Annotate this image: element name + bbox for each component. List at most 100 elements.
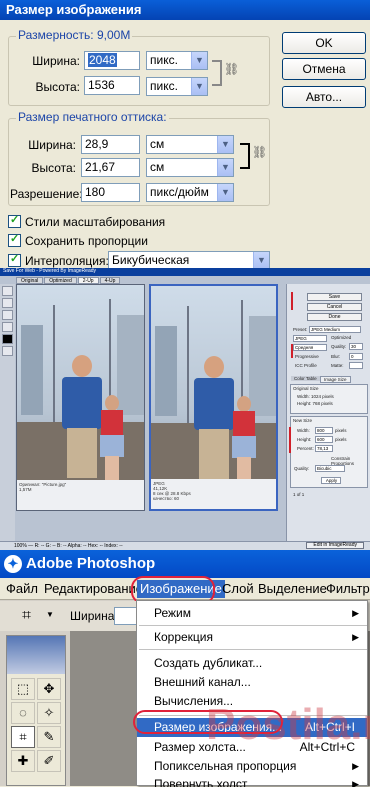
matte-select[interactable] — [349, 362, 363, 369]
quality-label: Quality: — [331, 344, 347, 349]
blur-label: Blur: — [331, 354, 341, 359]
preset-select[interactable]: JPEG Medium — [309, 326, 361, 333]
format-select[interactable]: JPEG — [293, 335, 327, 342]
menu-edit[interactable]: Редактирование — [44, 581, 143, 596]
menu-item-duplicate[interactable]: Создать дубликат... — [137, 654, 367, 673]
quality-input[interactable]: 30 — [349, 343, 363, 350]
crop-tool-icon[interactable]: ⌗ — [22, 607, 31, 625]
width-doc-unit-select[interactable]: см ▼ — [146, 135, 234, 154]
sfw-save-button[interactable]: Save — [307, 293, 362, 301]
brush-tool-icon[interactable]: ✐ — [37, 750, 61, 772]
frame-counter: 1 of 1 — [293, 492, 305, 497]
width-px-input[interactable]: 2048 — [84, 51, 140, 70]
lasso-tool-icon[interactable]: ◌ — [11, 702, 35, 724]
image-menu-dropdown: Режим ▶ Коррекция ▶ Создать дубликат... Вн… — [136, 600, 368, 787]
document-size-label: Размер печатного оттиска: — [16, 110, 169, 124]
annotation-mark — [289, 427, 291, 453]
move-tool-icon[interactable]: ✥ — [37, 678, 61, 700]
photoshop-window: ✦ Adobe Photoshop Файл Редактирование Из… — [0, 550, 370, 787]
width-px-unit-select[interactable]: пикс. ▼ — [146, 51, 208, 70]
optimized-info: JPEG 41,12K 8 сек @ 28.8 Kbps качество: … — [151, 479, 276, 509]
tab-2-up[interactable]: 2-Up — [77, 277, 99, 284]
tab-original[interactable]: Original — [16, 277, 44, 284]
sfw-cancel-button[interactable]: Cancel — [307, 303, 362, 311]
resample-quality-select[interactable]: Bicubic — [315, 465, 345, 472]
edit-in-imageready-button[interactable]: Edit in ImageReady — [306, 542, 364, 549]
menu-item-adjustments[interactable]: Коррекция ▶ — [137, 628, 367, 647]
sfw-title: Save For Web - Powered By ImageReady — [0, 268, 370, 276]
save-for-web-window: Save For Web - Powered By ImageReady Ori… — [0, 268, 370, 550]
height-px-unit-select[interactable]: пикс. ▼ — [146, 77, 208, 96]
progressive-checkbox[interactable]: Progressive — [295, 354, 319, 359]
resolution-input[interactable]: 180 — [81, 183, 140, 202]
link-bracket — [240, 143, 250, 169]
sfw-view-tabs: Original Optimized 2-Up 4-Up — [16, 277, 121, 284]
menu-filter[interactable]: Фильтр — [326, 581, 370, 596]
scale-styles-checkbox[interactable]: Стили масштабирования — [8, 213, 165, 229]
original-size-section: Original Size Width: 1024 pixels Height:… — [290, 384, 368, 414]
tab-optimized[interactable]: Optimized — [44, 277, 77, 284]
ok-button[interactable]: OK — [282, 32, 366, 54]
height-px-input[interactable]: 1536 — [84, 76, 140, 95]
zoom-tool-icon[interactable] — [2, 310, 13, 320]
sfw-done-button[interactable]: Done — [307, 313, 362, 321]
chevron-down-icon[interactable]: ▼ — [46, 610, 54, 619]
optimized-preview-pane[interactable]: JPEG 41,12K 8 сек @ 28.8 Kbps качество: … — [149, 284, 278, 511]
chevron-down-icon: ▼ — [217, 136, 233, 153]
marquee-tool-icon[interactable]: ⬚ — [11, 678, 35, 700]
width-doc-label: Ширина: — [28, 138, 76, 152]
photoshop-title: ✦ Adobe Photoshop — [0, 550, 370, 578]
slice-select-tool-icon[interactable] — [2, 298, 13, 308]
resolution-label: Разрешение: — [10, 187, 83, 201]
photoshop-logo-icon: ✦ — [4, 555, 22, 573]
height-doc-label: Высота: — [31, 161, 76, 175]
submenu-arrow-icon: ▶ — [352, 761, 359, 771]
menu-item-pixel-aspect-ratio[interactable]: Попиксельная пропорция ▶ — [137, 757, 367, 776]
percent-input[interactable]: 78,13 — [315, 445, 333, 452]
resolution-unit-select[interactable]: пикс/дюйм ▼ — [146, 183, 234, 202]
menu-file[interactable]: Файл — [6, 581, 38, 596]
blur-input[interactable]: 0 — [349, 353, 363, 360]
apply-button[interactable]: Apply — [321, 477, 341, 484]
height-px-label: Высота: — [35, 80, 80, 94]
healing-brush-tool-icon[interactable]: ✚ — [11, 750, 35, 772]
width-option-input[interactable] — [114, 607, 138, 625]
new-height-input[interactable]: 600 — [315, 436, 333, 443]
width-doc-input[interactable]: 28,9 — [81, 135, 140, 154]
auto-button[interactable]: Авто... — [282, 86, 366, 108]
link-chain-icon: ⛓ — [224, 62, 240, 76]
watermark: Postila.ru — [206, 700, 370, 749]
slice-tool-icon[interactable]: ✎ — [37, 726, 61, 748]
tab-color-table[interactable]: Color Table — [291, 376, 320, 381]
eyedropper-tool-icon[interactable] — [2, 322, 13, 332]
height-doc-input[interactable]: 21,67 — [81, 158, 140, 177]
cancel-button[interactable]: Отмена — [282, 58, 366, 80]
new-width-input[interactable]: 800 — [315, 427, 333, 434]
menu-select[interactable]: Выделение — [258, 581, 327, 596]
resample-checkbox[interactable]: Интерполяция: — [8, 252, 109, 268]
pixel-dimensions-label: Размерность: 9,00M — [16, 28, 133, 42]
feather-logo-icon — [7, 636, 65, 674]
icc-profile-checkbox[interactable]: ICC Profile — [295, 363, 317, 368]
annotation-mark — [291, 292, 293, 310]
constrain-proportions-checkbox[interactable]: Сохранить пропорции — [8, 232, 148, 248]
hand-tool-icon[interactable] — [2, 286, 13, 296]
dialog-title: Размер изображения — [0, 0, 370, 20]
menu-layer[interactable]: Слой — [222, 581, 254, 596]
menu-item-apply-image[interactable]: Внешний канал... — [137, 673, 367, 692]
tab-4-up[interactable]: 4-Up — [99, 277, 121, 284]
toggle-slices-icon[interactable] — [2, 346, 13, 356]
sfw-settings-panel: Save Cancel Done Preset: JPEG Medium JPE… — [286, 284, 370, 541]
tab-image-size[interactable]: Image Size — [320, 376, 351, 383]
height-doc-unit-select[interactable]: см ▼ — [146, 158, 234, 177]
menu-item-rotate-canvas[interactable]: Повернуть холст ▶ — [137, 775, 367, 787]
magic-wand-tool-icon[interactable]: ✧ — [37, 702, 61, 724]
original-preview-pane[interactable]: Оригинал: "Picture.jpg" 1,57M — [16, 284, 145, 511]
compression-select[interactable]: Средняя — [293, 344, 327, 351]
image-size-dialog: Размер изображения Размерность: 9,00M Ши… — [0, 0, 370, 270]
optimized-checkbox[interactable]: Optimized — [331, 335, 351, 340]
menu-item-mode[interactable]: Режим ▶ — [137, 604, 367, 623]
new-size-section: New Size Width: 800 pixels Height: 600 p… — [289, 416, 368, 488]
width-px-label: Ширина: — [32, 54, 80, 68]
crop-tool-icon[interactable]: ⌗ — [11, 726, 35, 748]
